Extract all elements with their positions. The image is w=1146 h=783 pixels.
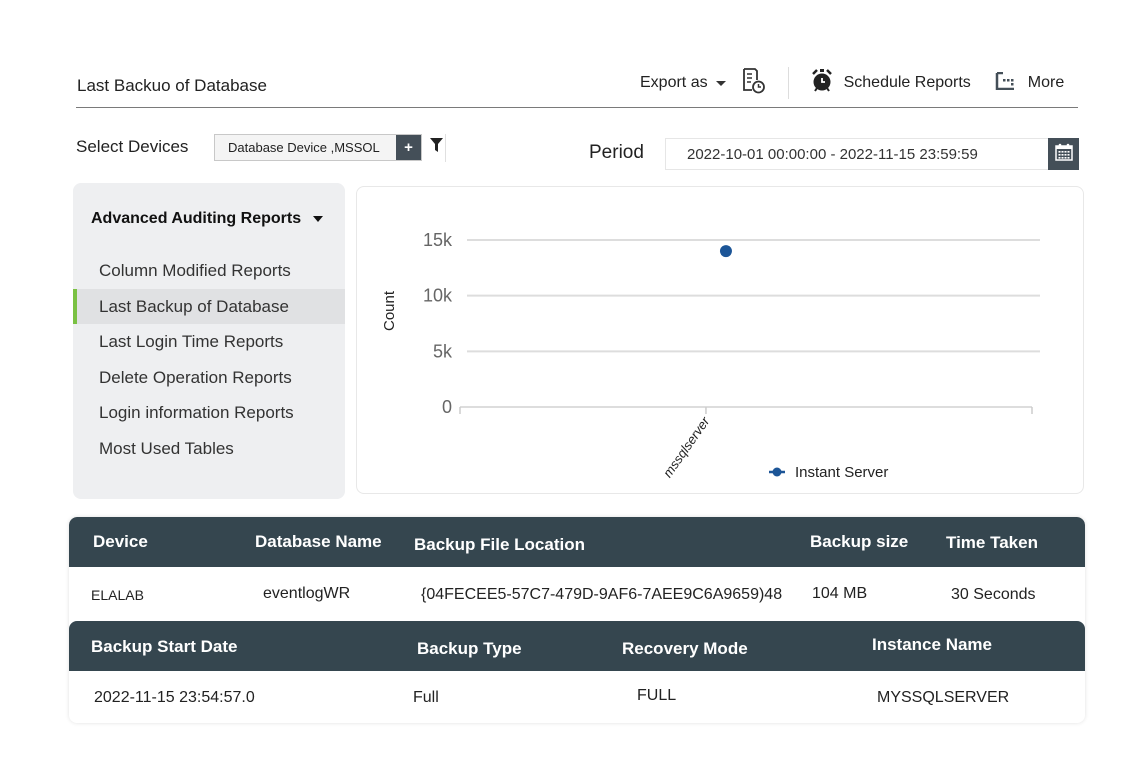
cell-backup-file-location: {04FECEE5-57C7-479D-9AF6-7AEE9C6A9659)48	[421, 586, 783, 603]
period-label: Period	[589, 142, 644, 163]
chart-card: 0 5k 10k 15k mssqlserver Count Instant Serv…	[356, 186, 1084, 494]
sidebar-heading-advanced-auditing[interactable]: Advanced Auditing Reports	[91, 210, 324, 228]
table-header-2: Backup Start Date Backup Type Recovery M…	[69, 621, 1085, 671]
caret-down-icon	[313, 216, 324, 222]
legend-label: Instant Server	[795, 464, 888, 481]
cell-backup-start-date: 2022-11-15 23:54:57.0	[94, 689, 255, 706]
sidebar-list: Column Modified Reports Last Backup of D…	[73, 253, 345, 466]
col-header-time-taken: Time Taken	[946, 533, 1038, 552]
sidebar-heading-label: Advanced Auditing Reports	[91, 210, 302, 227]
cell-backup-type: Full	[413, 689, 439, 706]
cell-database-name: eventlogWR	[263, 585, 351, 602]
export-as-label: Export as	[640, 74, 708, 91]
scatter-chart: 0 5k 10k 15k mssqlserver Count Instant Serv…	[381, 230, 1040, 481]
col-header-backup-type: Backup Type	[417, 639, 522, 658]
y-tick-label: 10k	[423, 286, 453, 306]
export-as-dropdown[interactable]: Export as	[640, 74, 726, 92]
device-selector[interactable]: Database Device ,MSSOL +	[214, 134, 422, 161]
sidebar-item-login-information[interactable]: Login information Reports	[73, 395, 345, 431]
backup-details-table: Device Database Name Backup File Locatio…	[69, 517, 1085, 723]
toolbar-divider	[787, 67, 789, 99]
col-header-backup-start-date: Backup Start Date	[91, 637, 238, 656]
x-axis: mssqlserver	[459, 406, 1033, 481]
caret-down-icon	[715, 80, 726, 86]
more-menu-icon	[995, 71, 1015, 95]
sidebar-item-last-login-time[interactable]: Last Login Time Reports	[73, 324, 345, 360]
sidebar-item-column-modified[interactable]: Column Modified Reports	[73, 253, 345, 289]
chart-legend[interactable]: Instant Server	[769, 464, 888, 481]
reports-sidebar: Advanced Auditing Reports Column Modifie…	[73, 183, 345, 499]
table-header-1: Device Database Name Backup File Locatio…	[69, 517, 1085, 567]
col-header-database-name: Database Name	[255, 532, 382, 551]
y-tick-label: 15k	[423, 230, 453, 250]
legend-marker-icon	[772, 467, 782, 477]
cell-time-taken: 30 Seconds	[951, 586, 1036, 603]
calendar-button[interactable]	[1048, 138, 1079, 170]
sidebar-item-delete-operation[interactable]: Delete Operation Reports	[73, 360, 345, 396]
sidebar-item-last-backup[interactable]: Last Backup of Database	[73, 288, 345, 324]
col-header-backup-size: Backup size	[810, 532, 909, 551]
toolbar: Export as Schedule Reports More	[640, 67, 1065, 99]
scheduled-report-icon[interactable]	[742, 67, 766, 99]
page-title: Last Backuo of Database	[77, 76, 267, 95]
table-row[interactable]: ELALAB eventlogWR {04FECEE5-57C7-479D-9A…	[69, 567, 1085, 621]
filter-divider	[445, 134, 446, 162]
table-row[interactable]: 2022-11-15 23:54:57.0 Full FULL MYSSQLSE…	[69, 671, 1085, 723]
chart-gridlines	[467, 239, 1040, 353]
x-tick-label: mssqlserver	[660, 414, 713, 481]
select-devices-label: Select Devices	[76, 137, 189, 156]
y-axis-ticks: 0 5k 10k 15k	[423, 230, 453, 417]
alarm-clock-icon	[811, 68, 833, 98]
header-divider	[76, 107, 1078, 108]
selected-devices-value[interactable]: Database Device ,MSSOL	[215, 140, 396, 155]
col-header-instance-name: Instance Name	[872, 635, 992, 654]
cell-recovery-mode: FULL	[637, 687, 677, 704]
more-button[interactable]: More	[995, 71, 1065, 95]
filter-icon[interactable]	[430, 138, 443, 158]
schedule-reports-label: Schedule Reports	[843, 74, 971, 91]
cell-device: ELALAB	[91, 587, 144, 603]
calendar-icon	[1054, 143, 1073, 166]
y-tick-label: 5k	[433, 341, 453, 361]
chart-points	[719, 245, 732, 258]
cell-instance-name: MYSSQLSERVER	[877, 689, 1010, 706]
period-input[interactable]: 2022-10-01 00:00:00 - 2022-11-15 23:59:5…	[665, 138, 1049, 170]
schedule-reports-button[interactable]: Schedule Reports	[811, 68, 971, 98]
col-header-backup-file-location: Backup File Location	[414, 535, 585, 554]
add-device-button[interactable]: +	[396, 135, 421, 160]
y-tick-label: 0	[442, 397, 452, 417]
more-label: More	[1027, 74, 1065, 91]
cell-backup-size: 104 MB	[812, 585, 868, 602]
col-header-device: Device	[93, 532, 148, 551]
data-point[interactable]	[719, 245, 732, 258]
sidebar-item-most-used-tables[interactable]: Most Used Tables	[73, 431, 345, 467]
y-axis-label: Count	[381, 290, 398, 331]
col-header-recovery-mode: Recovery Mode	[622, 639, 748, 658]
